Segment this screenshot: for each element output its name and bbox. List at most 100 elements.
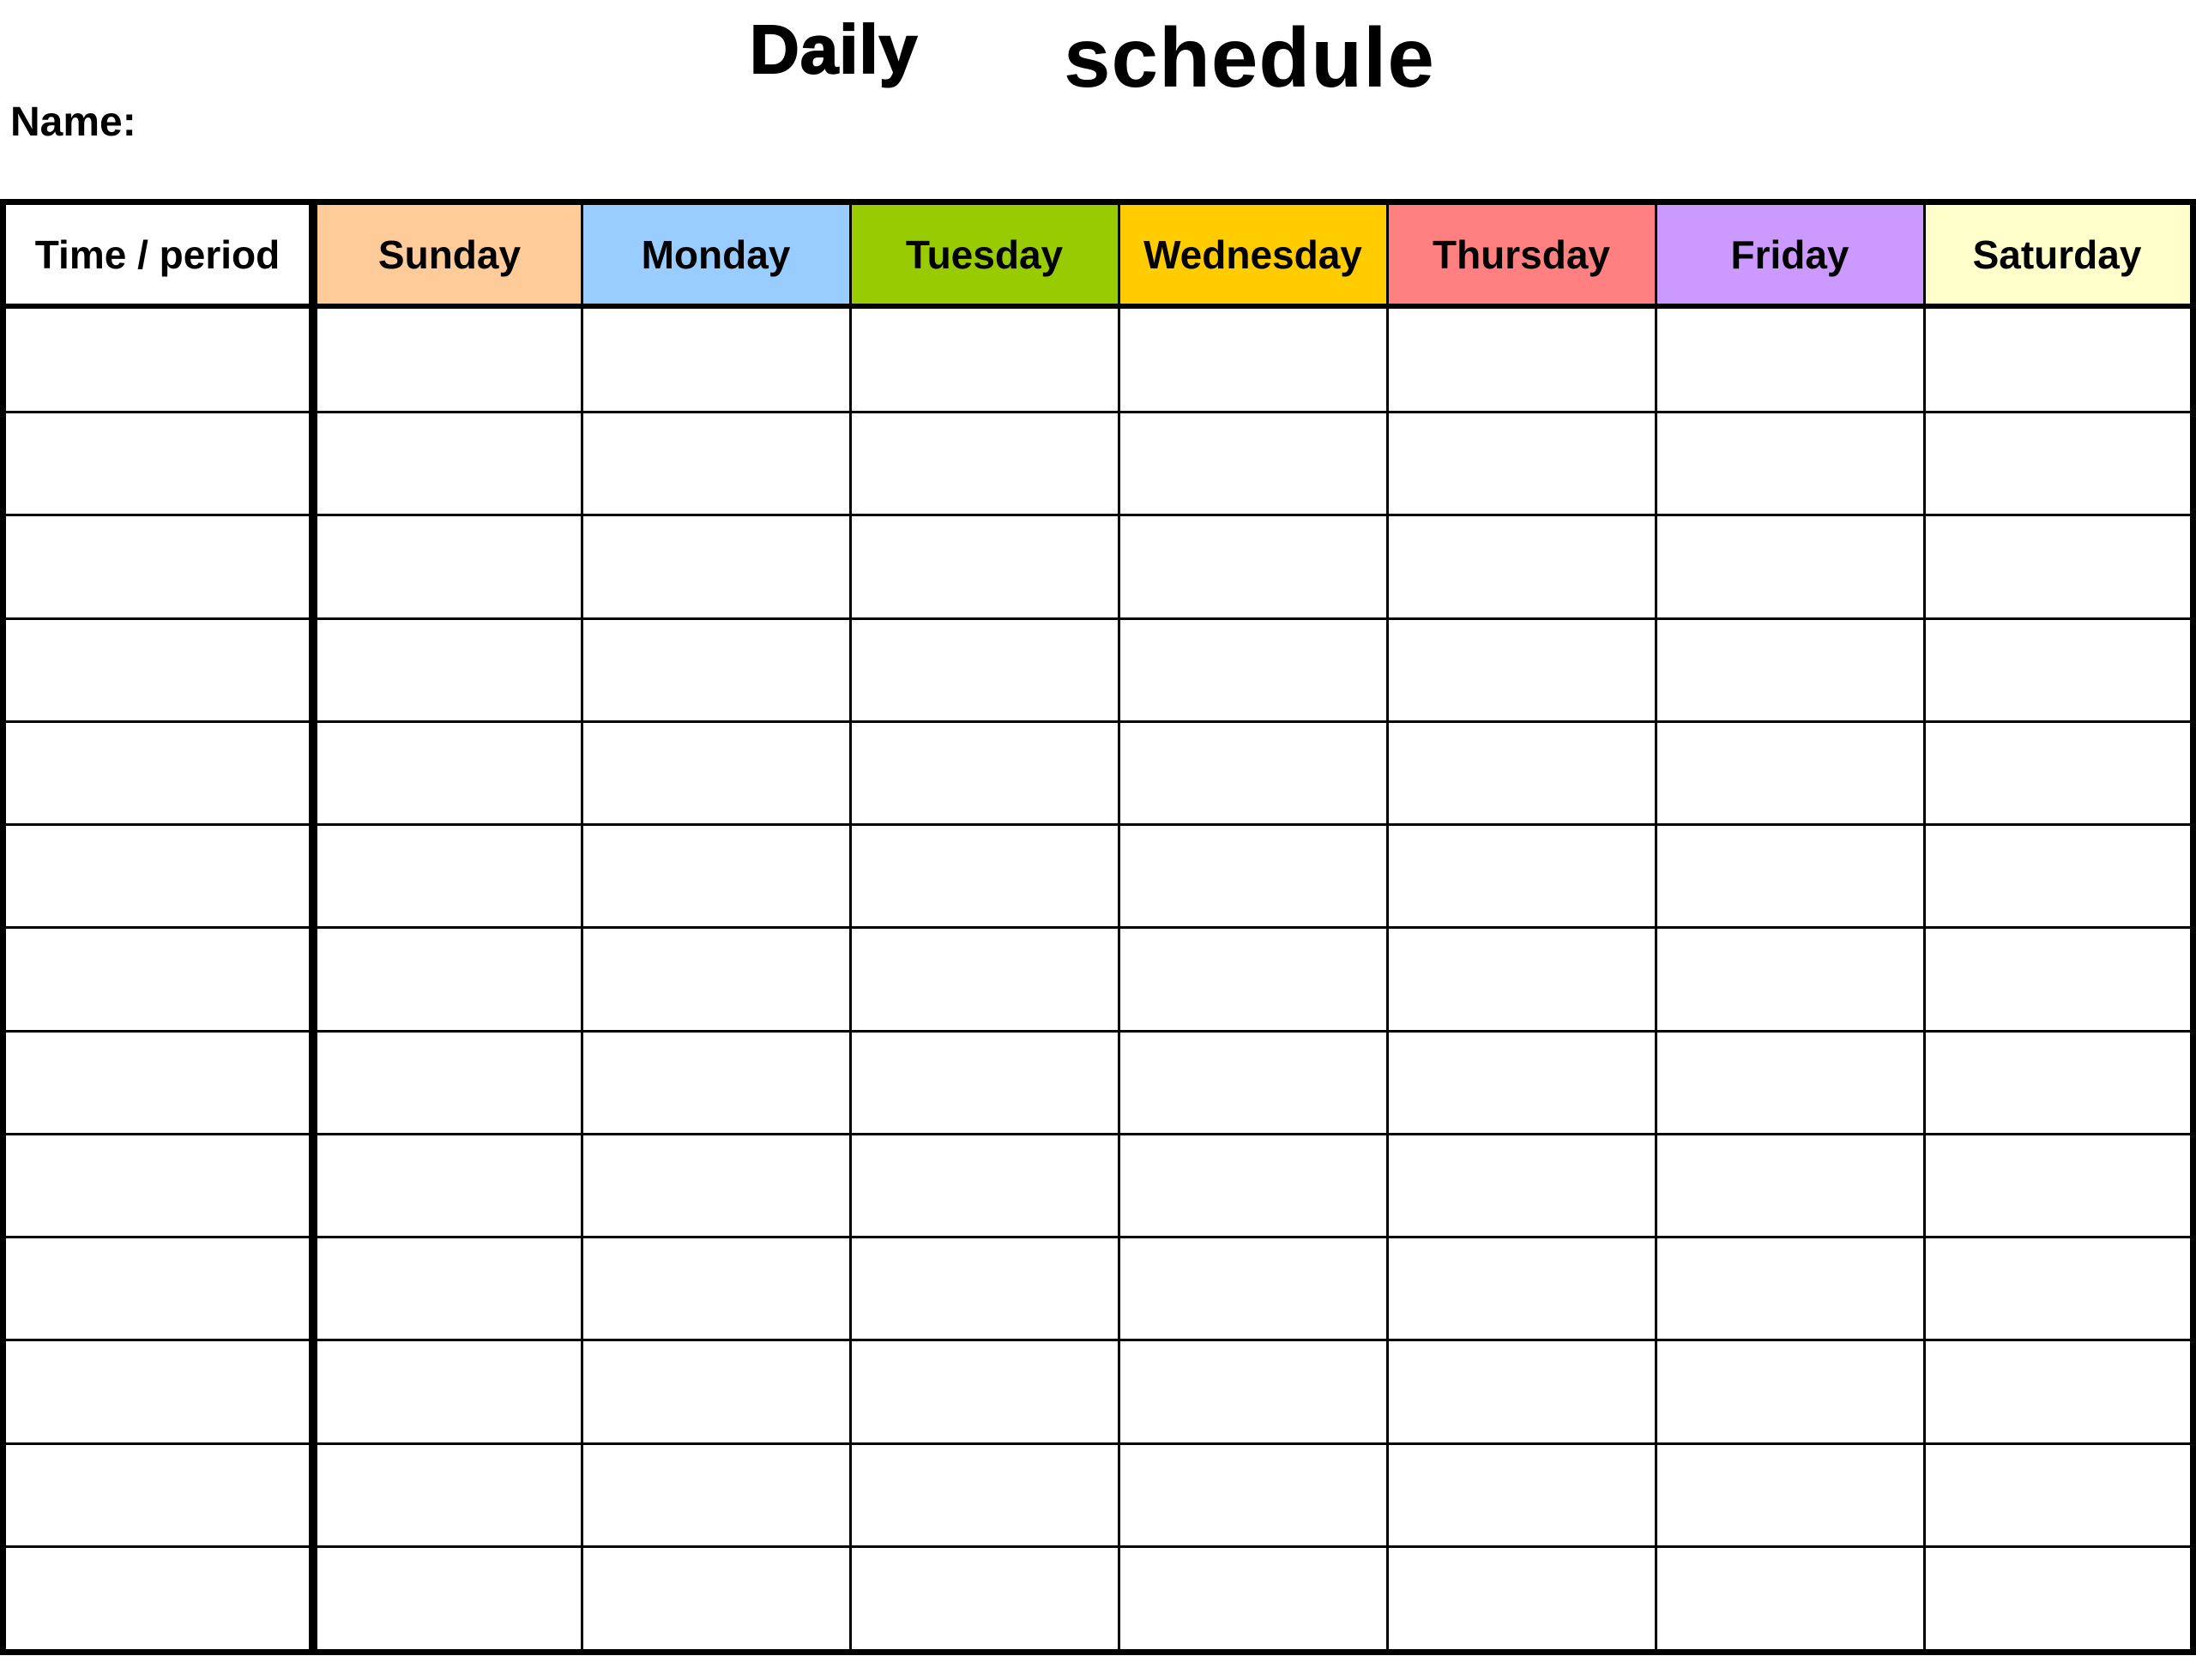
- schedule-cell-thursday[interactable]: [1387, 1134, 1656, 1237]
- time-cell[interactable]: [6, 1443, 309, 1546]
- schedule-cell-friday[interactable]: [1656, 412, 1924, 515]
- schedule-cell-thursday[interactable]: [1387, 1546, 1656, 1649]
- schedule-cell-saturday[interactable]: [1924, 1546, 2190, 1649]
- schedule-cell-monday[interactable]: [582, 1443, 850, 1546]
- schedule-cell-tuesday[interactable]: [850, 824, 1119, 927]
- schedule-cell-sunday[interactable]: [317, 721, 582, 824]
- schedule-cell-thursday[interactable]: [1387, 1237, 1656, 1340]
- schedule-cell-tuesday[interactable]: [850, 515, 1119, 617]
- time-cell[interactable]: [6, 618, 309, 721]
- schedule-cell-monday[interactable]: [582, 1340, 850, 1442]
- schedule-cell-saturday[interactable]: [1924, 1237, 2190, 1340]
- schedule-cell-saturday[interactable]: [1924, 927, 2190, 1030]
- schedule-cell-tuesday[interactable]: [850, 1340, 1119, 1442]
- schedule-cell-saturday[interactable]: [1924, 1031, 2190, 1134]
- schedule-cell-sunday[interactable]: [317, 309, 582, 412]
- schedule-cell-monday[interactable]: [582, 515, 850, 617]
- schedule-cell-monday[interactable]: [582, 1134, 850, 1237]
- schedule-cell-monday[interactable]: [582, 1031, 850, 1134]
- schedule-cell-friday[interactable]: [1656, 721, 1924, 824]
- time-cell[interactable]: [6, 309, 309, 412]
- time-cell[interactable]: [6, 721, 309, 824]
- schedule-cell-sunday[interactable]: [317, 412, 582, 515]
- schedule-cell-thursday[interactable]: [1387, 824, 1656, 927]
- schedule-cell-saturday[interactable]: [1924, 721, 2190, 824]
- schedule-cell-friday[interactable]: [1656, 309, 1924, 412]
- schedule-cell-monday[interactable]: [582, 618, 850, 721]
- schedule-cell-tuesday[interactable]: [850, 1237, 1119, 1340]
- time-cell[interactable]: [6, 1546, 309, 1649]
- schedule-cell-sunday[interactable]: [317, 1443, 582, 1546]
- schedule-cell-tuesday[interactable]: [850, 927, 1119, 1030]
- schedule-cell-wednesday[interactable]: [1119, 1031, 1387, 1134]
- schedule-cell-monday[interactable]: [582, 1546, 850, 1649]
- schedule-cell-monday[interactable]: [582, 1237, 850, 1340]
- schedule-cell-friday[interactable]: [1656, 1546, 1924, 1649]
- schedule-cell-saturday[interactable]: [1924, 824, 2190, 927]
- schedule-cell-tuesday[interactable]: [850, 1546, 1119, 1649]
- schedule-cell-saturday[interactable]: [1924, 515, 2190, 617]
- schedule-cell-sunday[interactable]: [317, 1340, 582, 1442]
- schedule-cell-thursday[interactable]: [1387, 412, 1656, 515]
- schedule-cell-sunday[interactable]: [317, 1031, 582, 1134]
- schedule-cell-friday[interactable]: [1656, 1134, 1924, 1237]
- schedule-cell-wednesday[interactable]: [1119, 515, 1387, 617]
- schedule-cell-wednesday[interactable]: [1119, 618, 1387, 721]
- schedule-cell-thursday[interactable]: [1387, 1340, 1656, 1442]
- schedule-cell-wednesday[interactable]: [1119, 1340, 1387, 1442]
- schedule-cell-friday[interactable]: [1656, 824, 1924, 927]
- schedule-cell-friday[interactable]: [1656, 927, 1924, 1030]
- schedule-cell-friday[interactable]: [1656, 515, 1924, 617]
- schedule-cell-monday[interactable]: [582, 309, 850, 412]
- time-cell[interactable]: [6, 1340, 309, 1442]
- time-cell[interactable]: [6, 824, 309, 927]
- schedule-cell-tuesday[interactable]: [850, 1031, 1119, 1134]
- schedule-cell-friday[interactable]: [1656, 1443, 1924, 1546]
- schedule-cell-sunday[interactable]: [317, 515, 582, 617]
- schedule-cell-wednesday[interactable]: [1119, 309, 1387, 412]
- schedule-cell-sunday[interactable]: [317, 927, 582, 1030]
- schedule-cell-saturday[interactable]: [1924, 618, 2190, 721]
- schedule-cell-saturday[interactable]: [1924, 309, 2190, 412]
- schedule-cell-sunday[interactable]: [317, 1546, 582, 1649]
- schedule-cell-wednesday[interactable]: [1119, 412, 1387, 515]
- schedule-cell-thursday[interactable]: [1387, 309, 1656, 412]
- time-cell[interactable]: [6, 927, 309, 1030]
- schedule-cell-tuesday[interactable]: [850, 1443, 1119, 1546]
- schedule-cell-wednesday[interactable]: [1119, 721, 1387, 824]
- schedule-cell-friday[interactable]: [1656, 1340, 1924, 1442]
- schedule-cell-wednesday[interactable]: [1119, 1443, 1387, 1546]
- schedule-cell-sunday[interactable]: [317, 1134, 582, 1237]
- schedule-cell-monday[interactable]: [582, 412, 850, 515]
- schedule-cell-saturday[interactable]: [1924, 1443, 2190, 1546]
- schedule-cell-wednesday[interactable]: [1119, 824, 1387, 927]
- schedule-cell-thursday[interactable]: [1387, 927, 1656, 1030]
- schedule-cell-sunday[interactable]: [317, 824, 582, 927]
- time-cell[interactable]: [6, 412, 309, 515]
- schedule-cell-tuesday[interactable]: [850, 412, 1119, 515]
- schedule-cell-sunday[interactable]: [317, 1237, 582, 1340]
- schedule-cell-wednesday[interactable]: [1119, 1134, 1387, 1237]
- time-cell[interactable]: [6, 1031, 309, 1134]
- schedule-cell-sunday[interactable]: [317, 618, 582, 721]
- schedule-cell-saturday[interactable]: [1924, 412, 2190, 515]
- schedule-cell-thursday[interactable]: [1387, 1443, 1656, 1546]
- schedule-cell-tuesday[interactable]: [850, 1134, 1119, 1237]
- schedule-cell-saturday[interactable]: [1924, 1340, 2190, 1442]
- time-cell[interactable]: [6, 1134, 309, 1237]
- schedule-cell-thursday[interactable]: [1387, 618, 1656, 721]
- schedule-cell-tuesday[interactable]: [850, 721, 1119, 824]
- schedule-cell-monday[interactable]: [582, 721, 850, 824]
- schedule-cell-friday[interactable]: [1656, 1237, 1924, 1340]
- schedule-cell-thursday[interactable]: [1387, 1031, 1656, 1134]
- schedule-cell-friday[interactable]: [1656, 618, 1924, 721]
- schedule-cell-thursday[interactable]: [1387, 515, 1656, 617]
- schedule-cell-monday[interactable]: [582, 824, 850, 927]
- schedule-cell-friday[interactable]: [1656, 1031, 1924, 1134]
- schedule-cell-thursday[interactable]: [1387, 721, 1656, 824]
- schedule-cell-wednesday[interactable]: [1119, 1546, 1387, 1649]
- schedule-cell-tuesday[interactable]: [850, 309, 1119, 412]
- schedule-cell-wednesday[interactable]: [1119, 1237, 1387, 1340]
- schedule-cell-tuesday[interactable]: [850, 618, 1119, 721]
- schedule-cell-saturday[interactable]: [1924, 1134, 2190, 1237]
